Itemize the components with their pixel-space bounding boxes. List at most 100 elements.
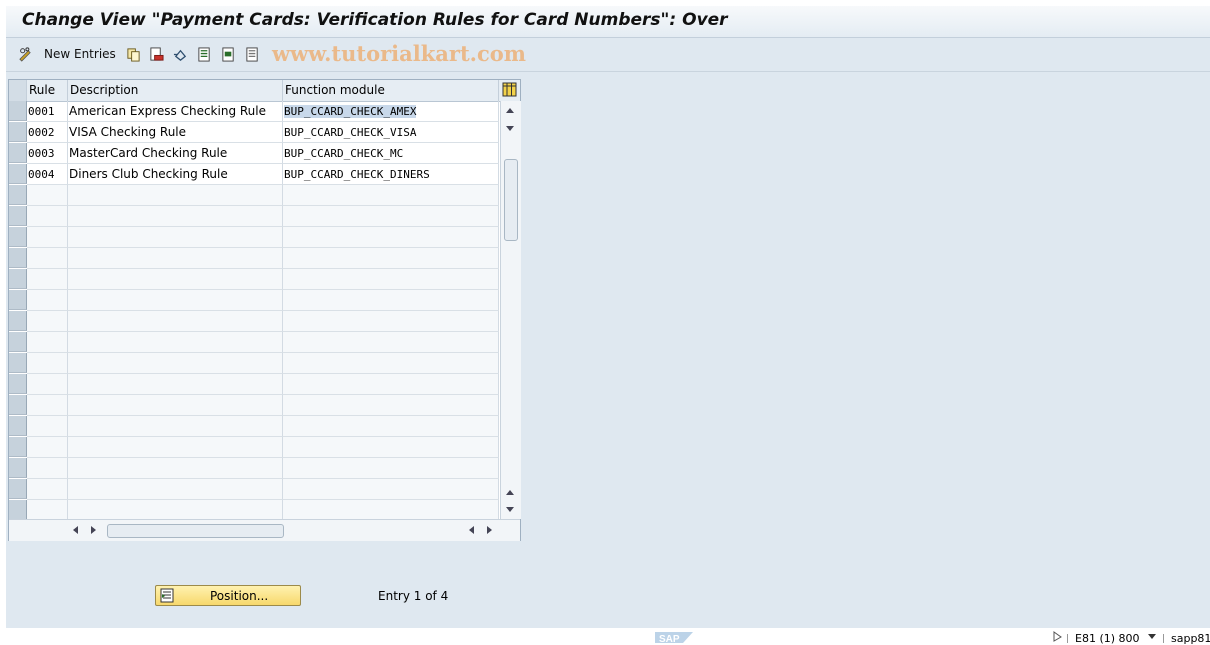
row-selector[interactable] (9, 395, 27, 415)
row-selector[interactable] (9, 101, 27, 121)
function-module-cell[interactable] (283, 290, 499, 311)
description-cell[interactable] (68, 374, 283, 395)
rule-cell[interactable]: 0003 (27, 143, 68, 164)
column-header-rule[interactable]: Rule (27, 80, 68, 101)
row-selector[interactable] (9, 479, 27, 499)
select-all-rows-corner[interactable] (9, 80, 27, 101)
undo-button[interactable] (173, 44, 188, 64)
row-selector[interactable] (9, 206, 27, 226)
function-module-cell[interactable] (283, 248, 499, 269)
description-cell[interactable] (68, 479, 283, 500)
row-selector[interactable] (9, 164, 27, 184)
table-settings-button[interactable] (500, 81, 520, 100)
rule-cell[interactable] (27, 227, 68, 248)
function-module-cell[interactable] (283, 416, 499, 437)
rule-cell[interactable] (27, 437, 68, 458)
function-module-cell[interactable] (283, 479, 499, 500)
rule-cell[interactable]: 0002 (27, 122, 68, 143)
row-selector[interactable] (9, 458, 27, 478)
table-row[interactable]: 0001 American Express Checking Rule BUP_CC… (9, 101, 499, 122)
table-row[interactable] (9, 206, 499, 227)
function-module-cell[interactable] (283, 437, 499, 458)
description-cell[interactable] (68, 395, 283, 416)
rule-cell[interactable] (27, 311, 68, 332)
table-row[interactable]: 0003 MasterCard Checking Rule BUP_CCARD_CH… (9, 143, 499, 164)
table-row[interactable] (9, 227, 499, 248)
table-row[interactable] (9, 479, 499, 500)
description-cell[interactable] (68, 227, 283, 248)
select-block-button[interactable] (221, 44, 236, 64)
scroll-left-icon[interactable] (73, 526, 78, 534)
table-row[interactable] (9, 416, 499, 437)
rule-cell[interactable] (27, 458, 68, 479)
page-up-icon[interactable] (506, 490, 514, 495)
rule-cell[interactable] (27, 332, 68, 353)
rule-cell[interactable] (27, 290, 68, 311)
function-module-cell[interactable]: BUP_CCARD_CHECK_AMEX (283, 101, 499, 122)
table-row[interactable]: 0004 Diners Club Checking Rule BUP_CCARD_C… (9, 164, 499, 185)
function-module-cell[interactable] (283, 500, 499, 521)
system-dropdown-icon[interactable] (1148, 634, 1156, 639)
function-module-cell[interactable] (283, 269, 499, 290)
table-row[interactable] (9, 395, 499, 416)
description-cell[interactable]: Diners Club Checking Rule (68, 164, 283, 185)
rule-cell[interactable] (27, 353, 68, 374)
rule-cell[interactable] (27, 206, 68, 227)
scroll-left-end-icon[interactable] (469, 526, 474, 534)
copy-button[interactable] (126, 44, 141, 64)
table-row[interactable] (9, 269, 499, 290)
row-selector[interactable] (9, 143, 27, 163)
row-selector[interactable] (9, 437, 27, 457)
row-selector[interactable] (9, 416, 27, 436)
description-cell[interactable]: MasterCard Checking Rule (68, 143, 283, 164)
rule-cell[interactable] (27, 248, 68, 269)
table-row[interactable] (9, 332, 499, 353)
horizontal-scroll-thumb[interactable] (107, 524, 284, 538)
delete-button[interactable] (149, 44, 164, 64)
description-cell[interactable] (68, 416, 283, 437)
description-cell[interactable] (68, 269, 283, 290)
table-row[interactable] (9, 500, 499, 521)
scroll-right-icon[interactable] (91, 526, 96, 534)
description-cell[interactable] (68, 458, 283, 479)
row-selector[interactable] (9, 311, 27, 331)
rule-cell[interactable]: 0004 (27, 164, 68, 185)
function-module-cell[interactable]: BUP_CCARD_CHECK_VISA (283, 122, 499, 143)
new-entries-button[interactable]: New Entries (40, 44, 116, 64)
scroll-down-icon[interactable] (506, 126, 514, 131)
description-cell[interactable] (68, 311, 283, 332)
function-module-cell[interactable] (283, 353, 499, 374)
function-module-cell[interactable] (283, 206, 499, 227)
function-module-cell[interactable] (283, 311, 499, 332)
scroll-right-end-icon[interactable] (487, 526, 492, 534)
description-cell[interactable] (68, 353, 283, 374)
rule-cell[interactable] (27, 395, 68, 416)
function-module-cell[interactable] (283, 395, 499, 416)
row-selector[interactable] (9, 122, 27, 142)
rule-cell[interactable] (27, 479, 68, 500)
display-change-button[interactable] (18, 44, 33, 64)
function-module-cell[interactable] (283, 227, 499, 248)
page-down-icon[interactable] (506, 507, 514, 512)
table-row[interactable]: 0002 VISA Checking Rule BUP_CCARD_CHECK_VI… (9, 122, 499, 143)
deselect-all-button[interactable] (245, 44, 260, 64)
rule-cell[interactable] (27, 185, 68, 206)
description-cell[interactable]: American Express Checking Rule (68, 101, 283, 122)
row-selector[interactable] (9, 290, 27, 310)
rule-cell[interactable] (27, 416, 68, 437)
row-selector[interactable] (9, 374, 27, 394)
description-cell[interactable] (68, 290, 283, 311)
rule-cell[interactable]: 0001 (27, 101, 68, 122)
description-cell[interactable]: VISA Checking Rule (68, 122, 283, 143)
row-selector[interactable] (9, 332, 27, 352)
table-row[interactable] (9, 353, 499, 374)
rule-cell[interactable] (27, 374, 68, 395)
function-module-cell[interactable] (283, 458, 499, 479)
rule-cell[interactable] (27, 269, 68, 290)
table-row[interactable] (9, 458, 499, 479)
function-module-cell[interactable] (283, 185, 499, 206)
table-row[interactable] (9, 311, 499, 332)
table-row[interactable] (9, 185, 499, 206)
vertical-scroll-thumb[interactable] (504, 159, 518, 241)
row-selector[interactable] (9, 185, 27, 205)
